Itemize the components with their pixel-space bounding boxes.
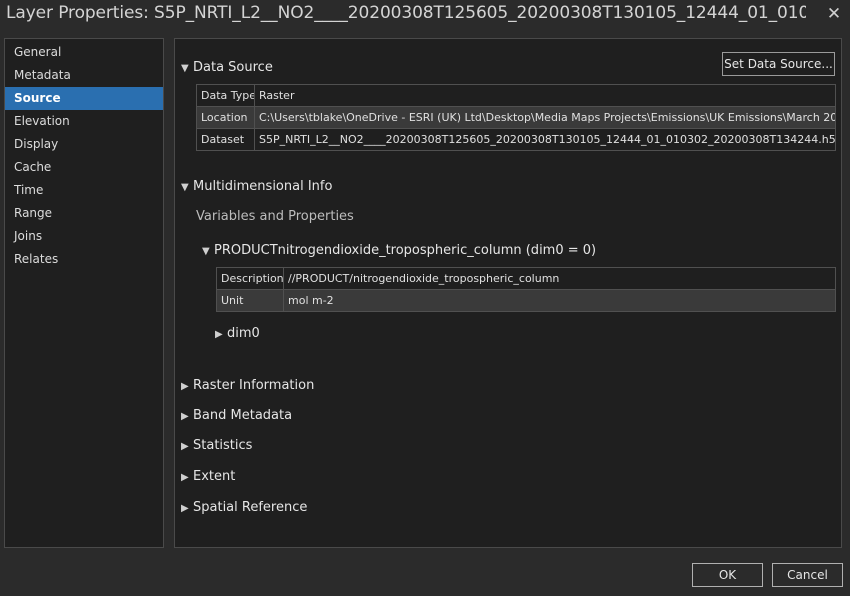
data-source-heading: Data Source [193,60,273,75]
table-row[interactable]: Dataset S5P_NRTI_L2__NO2____20200308T125… [196,128,836,151]
chevron-right-icon: ▶ [181,381,189,392]
chevron-right-icon: ▶ [181,441,189,452]
data-source-header[interactable]: ▼ Data Source [181,60,273,75]
band-metadata-heading: Band Metadata [193,408,293,423]
nav-item-metadata[interactable]: Metadata [5,64,163,87]
close-icon[interactable]: ✕ [824,4,844,24]
chevron-right-icon: ▶ [181,411,189,422]
window-title: Layer Properties: S5P_NRTI_L2__NO2____20… [6,3,806,23]
table-row[interactable]: Data Type Raster [196,84,836,107]
cancel-button[interactable]: Cancel [772,563,843,587]
set-data-source-button[interactable]: Set Data Source... [722,52,835,76]
property-value: Raster [254,84,836,107]
title-bar: Layer Properties: S5P_NRTI_L2__NO2____20… [0,0,850,30]
chevron-down-icon: ▼ [181,63,189,74]
multidimensional-info-heading: Multidimensional Info [193,179,333,194]
chevron-right-icon: ▶ [181,472,189,483]
nav-item-general[interactable]: General [5,41,163,64]
variable-properties-table: Description //PRODUCT/nitrogendioxide_tr… [216,267,836,312]
chevron-down-icon: ▼ [181,182,189,193]
spatial-reference-header[interactable]: ▶ Spatial Reference [181,500,307,515]
nav-item-relates[interactable]: Relates [5,248,163,271]
property-value: //PRODUCT/nitrogendioxide_tropospheric_c… [283,267,836,290]
ok-button[interactable]: OK [692,563,763,587]
property-value: S5P_NRTI_L2__NO2____20200308T125605_2020… [254,128,836,151]
nav-item-source[interactable]: Source [5,87,163,110]
spatial-reference-heading: Spatial Reference [193,500,308,515]
variable-header[interactable]: ▼ PRODUCTnitrogendioxide_tropospheric_col… [202,243,596,258]
extent-header[interactable]: ▶ Extent [181,469,235,484]
nav-item-elevation[interactable]: Elevation [5,110,163,133]
dim0-header[interactable]: ▶ dim0 [215,326,260,341]
property-key: Data Type [196,84,255,107]
property-key: Description [216,267,284,290]
dim0-label: dim0 [227,326,260,341]
nav-item-joins[interactable]: Joins [5,225,163,248]
multidimensional-info-header[interactable]: ▼ Multidimensional Info [181,179,332,194]
chevron-right-icon: ▶ [215,329,223,340]
table-row[interactable]: Description //PRODUCT/nitrogendioxide_tr… [216,267,836,290]
category-nav: General Metadata Source Elevation Displa… [4,38,164,548]
variable-label: PRODUCTnitrogendioxide_tropospheric_colu… [214,243,597,258]
extent-heading: Extent [193,469,236,484]
statistics-heading: Statistics [193,438,253,453]
chevron-down-icon: ▼ [202,246,210,257]
table-row[interactable]: Unit mol m-2 [216,289,836,312]
property-value: mol m-2 [283,289,836,312]
nav-item-display[interactable]: Display [5,133,163,156]
property-key: Location [196,106,255,129]
statistics-header[interactable]: ▶ Statistics [181,438,252,453]
property-key: Dataset [196,128,255,151]
property-key: Unit [216,289,284,312]
source-panel: ▼ Data Source Set Data Source... Data Typ… [174,38,842,548]
layer-properties-dialog: Layer Properties: S5P_NRTI_L2__NO2____20… [0,0,850,596]
band-metadata-header[interactable]: ▶ Band Metadata [181,408,292,423]
nav-item-range[interactable]: Range [5,202,163,225]
nav-item-cache[interactable]: Cache [5,156,163,179]
nav-item-time[interactable]: Time [5,179,163,202]
data-source-table: Data Type Raster Location C:\Users\tblak… [196,84,836,151]
property-value: C:\Users\tblake\OneDrive - ESRI (UK) Ltd… [254,106,836,129]
raster-information-heading: Raster Information [193,378,315,393]
table-row[interactable]: Location C:\Users\tblake\OneDrive - ESRI… [196,106,836,129]
raster-information-header[interactable]: ▶ Raster Information [181,378,314,393]
variables-properties-label: Variables and Properties [196,209,354,224]
chevron-right-icon: ▶ [181,503,189,514]
